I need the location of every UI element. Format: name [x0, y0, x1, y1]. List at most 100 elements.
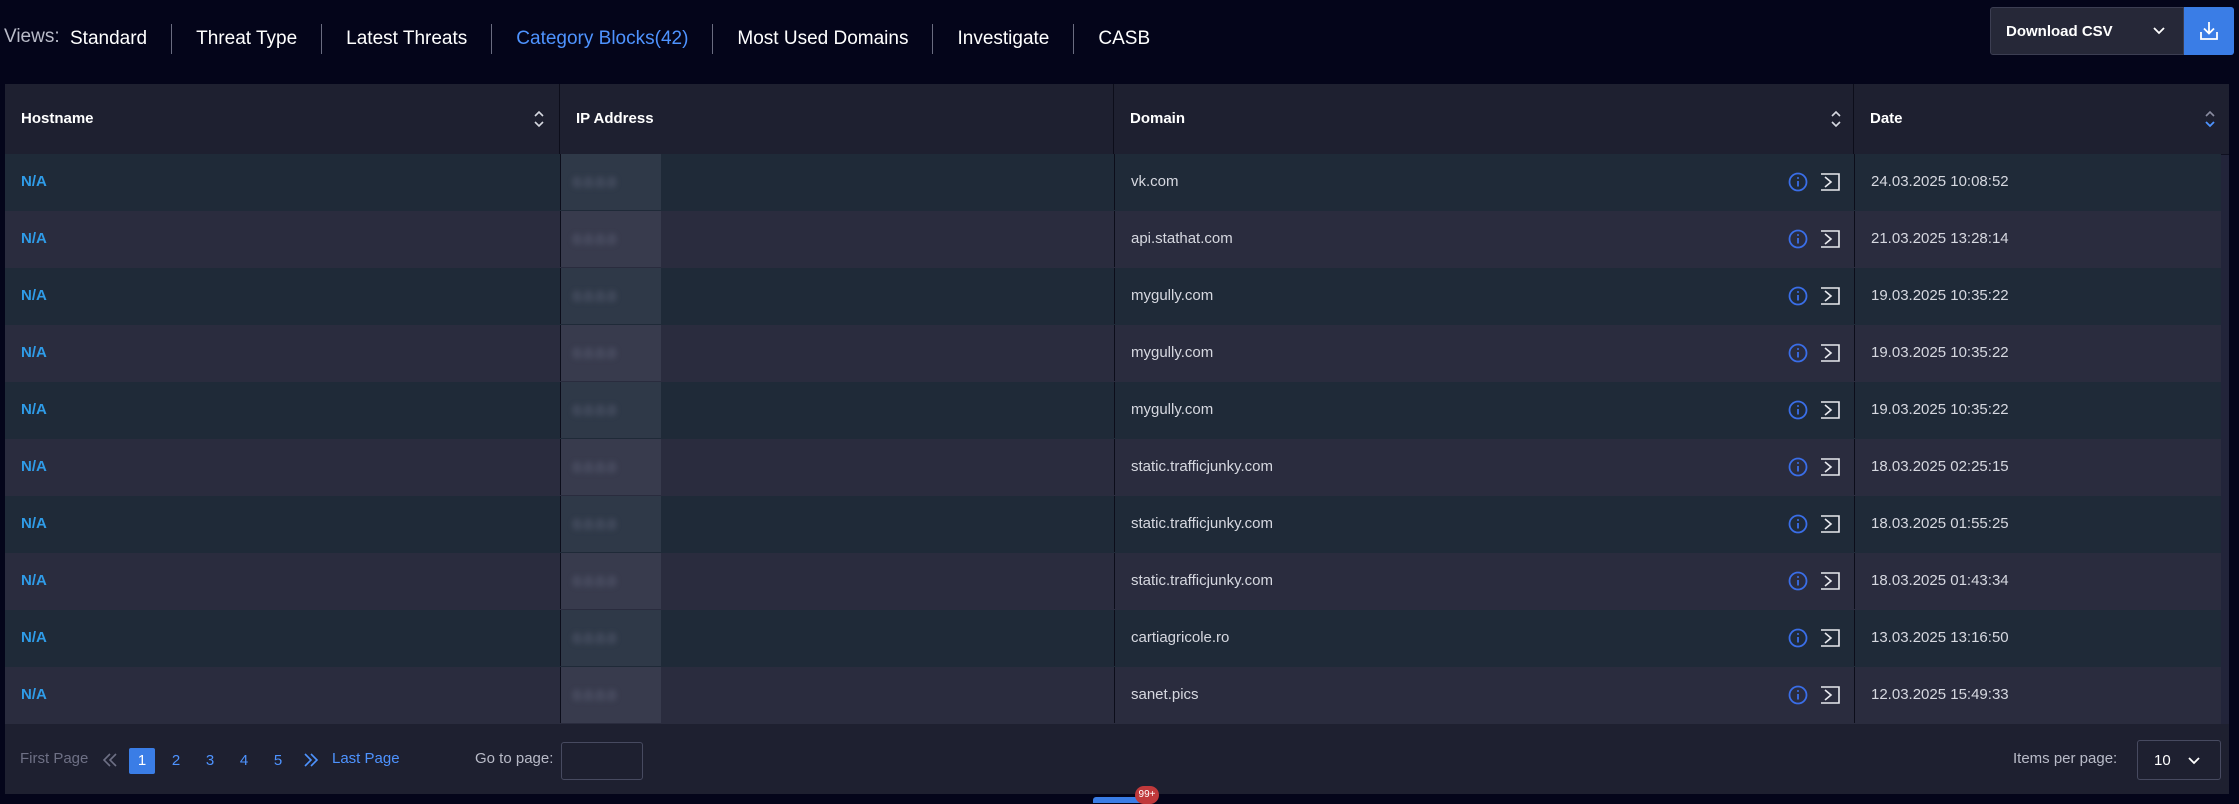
info-icon[interactable] [1787, 285, 1809, 307]
pagination: First Page 1 2 3 4 5 Last Page Go to pag… [5, 724, 2229, 794]
hostname-cell[interactable]: N/A [5, 268, 560, 324]
domain-cell: vk.com [1114, 154, 1854, 210]
ip-redacted: 0.0.0.0 [561, 610, 661, 666]
table-row[interactable]: N/A 0.0.0.0 sanet.pics 12.03.2025 15:49:33 [5, 667, 2221, 725]
date-cell: 18.03.2025 02:25:15 [1854, 439, 2221, 495]
bottom-tab-handle[interactable] [1093, 797, 1141, 803]
view-threat-type[interactable]: Threat Type [171, 24, 321, 54]
hostname-cell[interactable]: N/A [5, 553, 560, 609]
first-page-link[interactable]: First Page [20, 724, 88, 794]
download-button[interactable] [2184, 7, 2234, 55]
date-cell: 13.03.2025 13:16:50 [1854, 610, 2221, 666]
ip-address-cell: 0.0.0.0 [560, 382, 1114, 438]
investigate-icon[interactable] [1819, 627, 1841, 649]
table-row[interactable]: N/A 0.0.0.0 static.trafficjunky.com 18.03.2… [5, 439, 2221, 497]
hostname-cell[interactable]: N/A [5, 610, 560, 666]
investigate-icon[interactable] [1819, 570, 1841, 592]
view-standard[interactable]: Standard [70, 24, 171, 54]
table-row[interactable]: N/A 0.0.0.0 static.trafficjunky.com 18.03.2… [5, 553, 2221, 611]
hostname-cell[interactable]: N/A [5, 496, 560, 552]
investigate-icon[interactable] [1819, 171, 1841, 193]
view-category-blocks[interactable]: Category Blocks(42) [491, 24, 712, 54]
hostname-cell[interactable]: N/A [5, 154, 560, 210]
column-label: Domain [1130, 110, 1186, 127]
notification-badge[interactable]: 99+ [1135, 786, 1159, 804]
sort-icon[interactable] [533, 109, 545, 129]
domain-value: mygully.com [1131, 401, 1214, 418]
info-icon[interactable] [1787, 513, 1809, 535]
info-icon[interactable] [1787, 228, 1809, 250]
view-casb[interactable]: CASB [1073, 24, 1174, 54]
chevrons-left-icon[interactable] [102, 753, 118, 767]
info-icon[interactable] [1787, 570, 1809, 592]
table-row[interactable]: N/A 0.0.0.0 mygully.com 19.03.2025 10:35:22 [5, 325, 2221, 383]
column-header-hostname[interactable]: Hostname [5, 84, 560, 154]
domain-value: static.trafficjunky.com [1131, 572, 1273, 589]
investigate-icon[interactable] [1819, 513, 1841, 535]
chevrons-right-icon[interactable] [303, 753, 319, 767]
download-csv-select[interactable]: Download CSV [1990, 7, 2184, 55]
ip-value: 0.0.0.0 [573, 459, 616, 475]
views-list: Standard Threat Type Latest Threats Cate… [70, 22, 1174, 56]
investigate-icon[interactable] [1819, 342, 1841, 364]
column-label: Hostname [21, 110, 94, 127]
view-most-used-domains[interactable]: Most Used Domains [712, 24, 932, 54]
goto-page-input[interactable] [561, 742, 643, 780]
info-icon[interactable] [1787, 342, 1809, 364]
view-latest-threats[interactable]: Latest Threats [321, 24, 491, 54]
hostname-cell[interactable]: N/A [5, 439, 560, 495]
info-icon[interactable] [1787, 627, 1809, 649]
chevron-down-icon [2188, 757, 2200, 765]
info-icon[interactable] [1787, 684, 1809, 706]
hostname-cell[interactable]: N/A [5, 325, 560, 381]
items-per-page-select[interactable]: 10 [2137, 740, 2221, 780]
table-row[interactable]: N/A 0.0.0.0 static.trafficjunky.com 18.03.2… [5, 496, 2221, 554]
domain-value: static.trafficjunky.com [1131, 515, 1273, 532]
investigate-icon[interactable] [1819, 399, 1841, 421]
column-header-domain[interactable]: Domain [1114, 84, 1854, 154]
investigate-icon[interactable] [1819, 684, 1841, 706]
sort-icon[interactable] [1830, 109, 1842, 129]
sort-desc-icon[interactable] [2204, 109, 2216, 129]
page-3[interactable]: 3 [197, 748, 223, 774]
investigate-icon[interactable] [1819, 456, 1841, 478]
domain-value: static.trafficjunky.com [1131, 458, 1273, 475]
ip-value: 0.0.0.0 [573, 516, 616, 532]
investigate-icon[interactable] [1819, 285, 1841, 307]
ip-address-cell: 0.0.0.0 [560, 439, 1114, 495]
page-5[interactable]: 5 [265, 748, 291, 774]
ip-redacted: 0.0.0.0 [561, 553, 661, 609]
ip-value: 0.0.0.0 [573, 174, 616, 190]
hostname-cell[interactable]: N/A [5, 382, 560, 438]
table-row[interactable]: N/A 0.0.0.0 vk.com 24.03.2025 10:08:52 [5, 154, 2221, 212]
info-icon[interactable] [1787, 399, 1809, 421]
ip-address-cell: 0.0.0.0 [560, 325, 1114, 381]
ip-redacted: 0.0.0.0 [561, 268, 661, 324]
page-4[interactable]: 4 [231, 748, 257, 774]
table-row[interactable]: N/A 0.0.0.0 cartiagricole.ro 13.03.2025 13:… [5, 610, 2221, 668]
page-1[interactable]: 1 [129, 748, 155, 774]
ip-value: 0.0.0.0 [573, 402, 616, 418]
last-page-link[interactable]: Last Page [332, 724, 400, 794]
page-2[interactable]: 2 [163, 748, 189, 774]
ip-address-cell: 0.0.0.0 [560, 553, 1114, 609]
investigate-icon[interactable] [1819, 228, 1841, 250]
ip-address-cell: 0.0.0.0 [560, 667, 1114, 723]
views-bar: Views: Standard Threat Type Latest Threa… [0, 0, 2239, 78]
table-row[interactable]: N/A 0.0.0.0 mygully.com 19.03.2025 10:35:22 [5, 382, 2221, 440]
table-row[interactable]: N/A 0.0.0.0 mygully.com 19.03.2025 10:35:22 [5, 268, 2221, 326]
info-icon[interactable] [1787, 171, 1809, 193]
ip-value: 0.0.0.0 [573, 630, 616, 646]
hostname-cell[interactable]: N/A [5, 667, 560, 723]
table-row[interactable]: N/A 0.0.0.0 api.stathat.com 21.03.2025 13:2… [5, 211, 2221, 269]
ip-value: 0.0.0.0 [573, 687, 616, 703]
ip-redacted: 0.0.0.0 [561, 667, 661, 723]
domain-cell: static.trafficjunky.com [1114, 439, 1854, 495]
column-header-date[interactable]: Date [1854, 84, 2229, 154]
column-label: IP Address [576, 110, 654, 127]
info-icon[interactable] [1787, 456, 1809, 478]
ip-address-cell: 0.0.0.0 [560, 496, 1114, 552]
domain-cell: mygully.com [1114, 382, 1854, 438]
hostname-cell[interactable]: N/A [5, 211, 560, 267]
view-investigate[interactable]: Investigate [932, 24, 1073, 54]
